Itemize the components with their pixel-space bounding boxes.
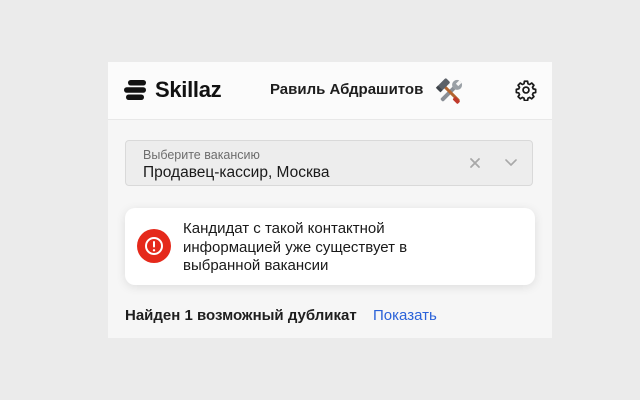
- error-icon: [137, 229, 171, 263]
- extension-panel: Skillaz Равиль Абдрашитов Выберите вакан: [108, 62, 552, 338]
- user-name: Равиль Абдрашитов: [270, 81, 424, 98]
- chevron-down-icon[interactable]: [503, 154, 519, 170]
- vacancy-select[interactable]: Выберите вакансию Продавец-кассир, Москв…: [125, 140, 533, 186]
- vacancy-select-label: Выберите вакансию: [143, 148, 260, 162]
- alert-message: Кандидат с такой контактной информацией …: [183, 220, 408, 274]
- duplicate-alert: Кандидат с такой контактной информацией …: [125, 208, 535, 285]
- show-duplicates-link[interactable]: Показать: [373, 307, 437, 324]
- header: Skillaz Равиль Абдрашитов: [108, 62, 552, 120]
- logo-text: Skillaz: [155, 77, 222, 102]
- duplicates-found-text: Найден 1 возможный дубликат: [125, 307, 357, 324]
- vacancy-select-value: Продавец-кассир, Москва: [143, 164, 330, 181]
- close-icon[interactable]: [467, 155, 483, 171]
- skillaz-logo-icon: [124, 80, 146, 100]
- gear-icon[interactable]: [515, 79, 537, 101]
- hammer-wrench-icon: [435, 78, 463, 104]
- logo: Skillaz: [124, 77, 222, 102]
